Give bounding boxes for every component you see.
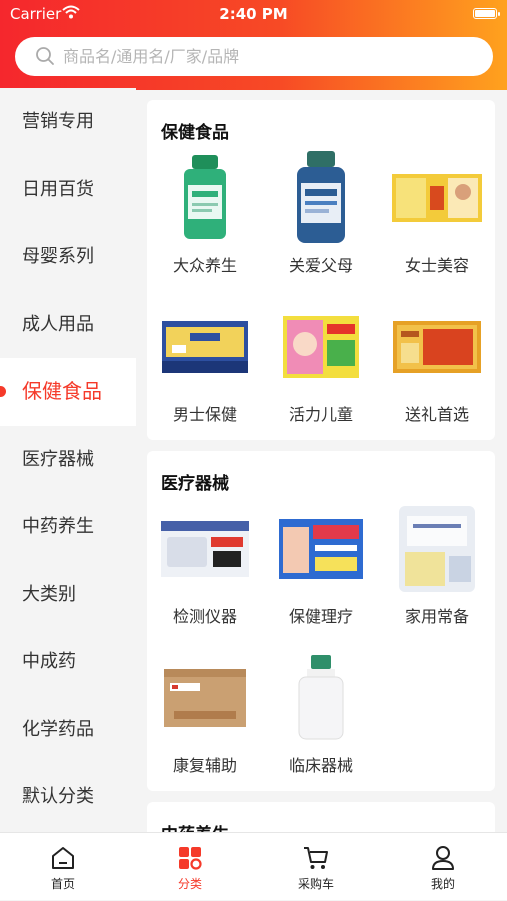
category-content: 保健食品 大众养生 关爱父母 女士美容 男士保健 活力儿童 送礼首选 医疗器械 … (136, 88, 507, 832)
sidebar-item-herbal-wellness[interactable]: 中药养生 (0, 493, 136, 561)
product-label: 临床器械 (288, 756, 353, 775)
search-input[interactable] (63, 37, 483, 76)
bottom-tab-bar: 首页 分类 采购车 我的 (0, 832, 507, 900)
clinical-bottle-image (298, 655, 344, 740)
product-label: 家用常备 (404, 607, 469, 626)
sidebar-item-major-category[interactable]: 大类别 (0, 561, 136, 629)
home-icon (52, 847, 74, 869)
sidebar-item-health-food[interactable]: 保健食品 (0, 358, 136, 426)
supplement-bottle-image (184, 155, 226, 239)
section-card-medical-devices: 医疗器械 检测仪器 保健理疗 家用常备 康复辅助 临床器械 (147, 451, 495, 791)
product-item[interactable]: 女士美容 (379, 148, 495, 276)
sidebar-item-chinese-patent[interactable]: 中成药 (0, 628, 136, 696)
gift-box-image (393, 321, 481, 373)
product-item[interactable]: 保健理疗 (263, 499, 379, 627)
product-label: 大众养生 (172, 256, 237, 275)
product-label: 保健理疗 (288, 607, 353, 626)
tab-category[interactable]: 分类 (127, 833, 253, 901)
section-title: 保健食品 (161, 123, 229, 143)
sidebar-item-marketing[interactable]: 营销专用 (0, 88, 136, 156)
tab-label: 分类 (177, 877, 202, 891)
beauty-box-image (392, 174, 482, 222)
medical-supply-bag-image (399, 506, 475, 592)
category-sidebar: 营销专用 日用百货 母婴系列 成人用品 保健食品 医疗器械 中药养生 大类别 中… (0, 88, 136, 832)
profile-icon (432, 846, 454, 870)
tab-label: 首页 (50, 877, 75, 891)
sidebar-item-chemical-drugs[interactable]: 化学药品 (0, 696, 136, 764)
category-icon (179, 847, 202, 870)
product-item[interactable]: 活力儿童 (263, 297, 379, 425)
rehab-carton-image (164, 669, 246, 727)
product-item[interactable]: 临床器械 (263, 648, 379, 776)
kids-box-image (283, 316, 359, 378)
clock: 2:40 PM (219, 5, 288, 23)
section-card-health-food: 保健食品 大众养生 关爱父母 女士美容 男士保健 活力儿童 送礼首选 (147, 100, 495, 440)
physiotherapy-box-image (279, 519, 363, 579)
product-item[interactable]: 家用常备 (379, 499, 495, 627)
sidebar-item-adult[interactable]: 成人用品 (0, 291, 136, 359)
sidebar-item-default[interactable]: 默认分类 (0, 763, 136, 831)
cart-icon (304, 847, 328, 869)
header: Carrier 2:40 PM (0, 0, 507, 90)
section-card-herbal-wellness: 中药养生 (147, 802, 495, 832)
product-label: 关爱父母 (288, 256, 353, 275)
product-label: 检测仪器 (172, 607, 237, 626)
product-label: 活力儿童 (288, 405, 353, 424)
sidebar-item-mother-baby[interactable]: 母婴系列 (0, 223, 136, 291)
product-label: 男士保健 (172, 405, 237, 424)
product-label: 女士美容 (404, 256, 469, 275)
section-title: 医疗器械 (161, 474, 229, 494)
product-label: 康复辅助 (172, 756, 237, 775)
section-title: 中药养生 (161, 820, 229, 832)
product-item[interactable]: 关爱父母 (263, 148, 379, 276)
product-item[interactable]: 男士保健 (147, 297, 263, 425)
search-bar[interactable] (15, 37, 493, 76)
sidebar-item-medical-devices[interactable]: 医疗器械 (0, 426, 136, 494)
search-icon (36, 47, 54, 65)
men-health-box-image (162, 321, 248, 373)
tab-cart[interactable]: 采购车 (253, 833, 379, 901)
product-item[interactable]: 检测仪器 (147, 499, 263, 627)
tab-label: 我的 (430, 877, 455, 891)
product-item[interactable]: 送礼首选 (379, 297, 495, 425)
battery-icon (473, 8, 500, 19)
supplement-bottle-image (297, 151, 345, 243)
tab-home[interactable]: 首页 (0, 833, 126, 901)
testing-device-image (161, 521, 249, 577)
tab-label: 采购车 (297, 877, 334, 891)
product-label: 送礼首选 (404, 405, 469, 424)
product-item[interactable]: 康复辅助 (147, 648, 263, 776)
product-item[interactable]: 大众养生 (147, 148, 263, 276)
sidebar-item-daily-goods[interactable]: 日用百货 (0, 156, 136, 224)
tab-profile[interactable]: 我的 (380, 833, 506, 901)
status-bar: Carrier 2:40 PM (0, 0, 507, 28)
